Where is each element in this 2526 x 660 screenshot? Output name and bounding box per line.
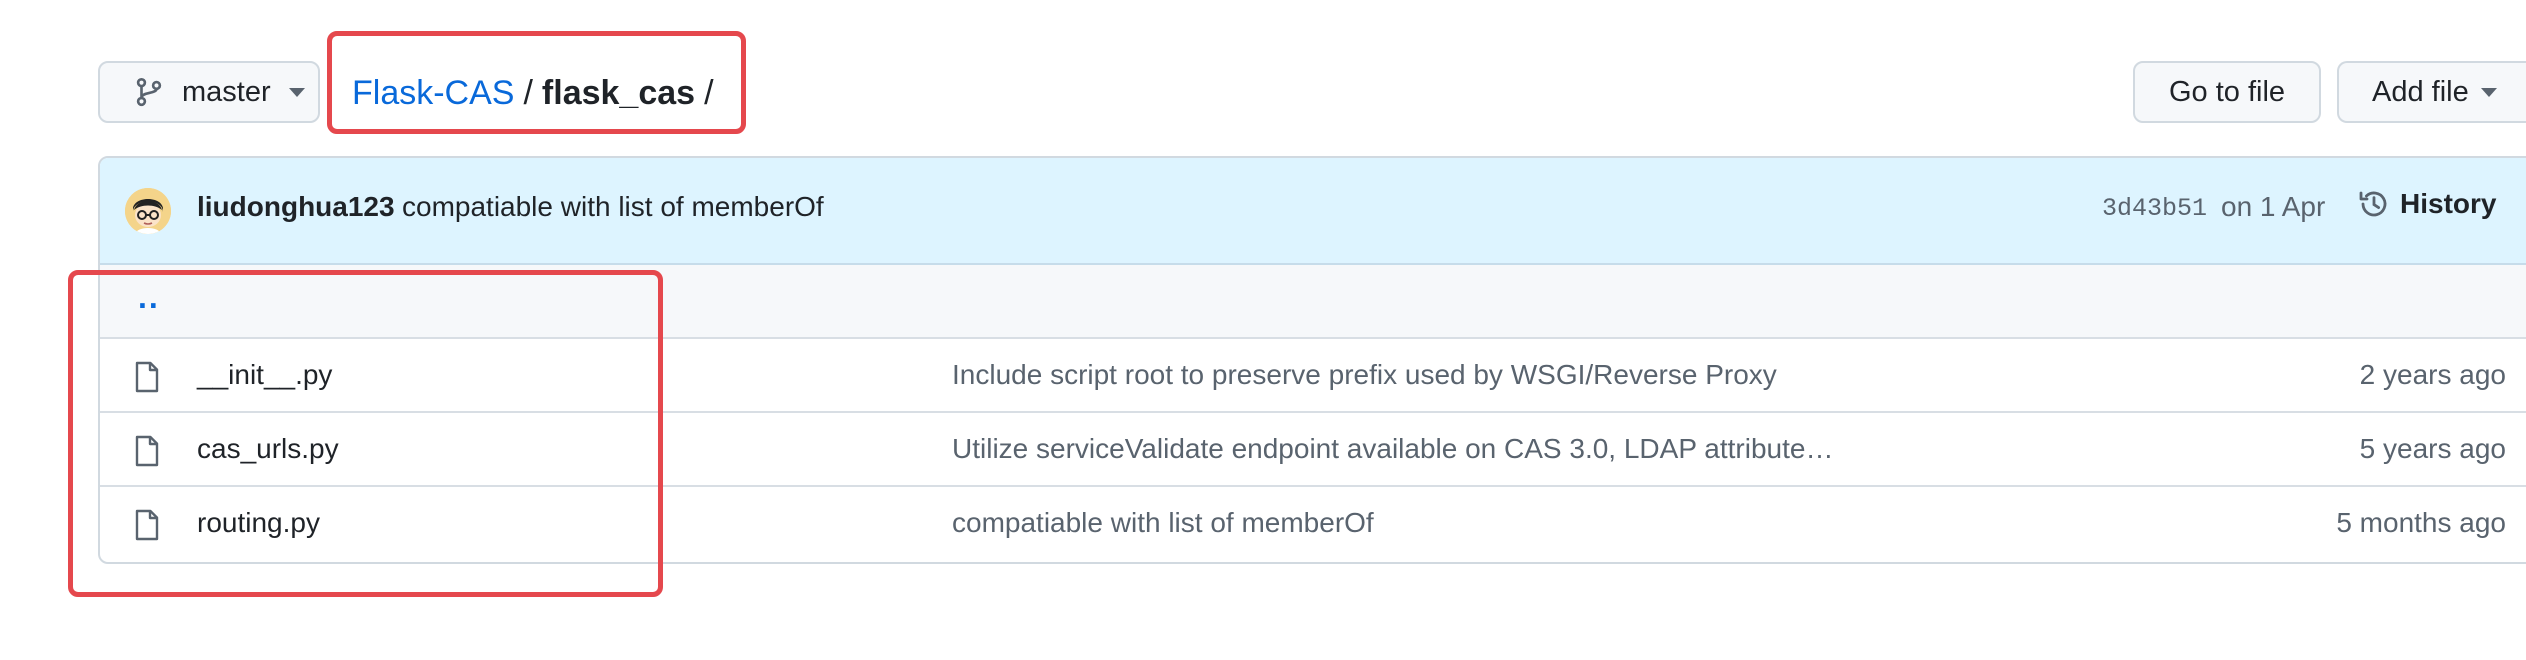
history-link[interactable]: History <box>2358 188 2496 220</box>
table-row[interactable]: cas_urls.py Utilize serviceValidate endp… <box>100 413 2526 487</box>
breadcrumb-repo-link[interactable]: Flask-CAS <box>352 74 514 113</box>
file-commit-message-link[interactable]: compatiable with list of memberOf <box>952 507 1374 539</box>
breadcrumb: Flask-CAS / flask_cas / <box>352 70 723 116</box>
breadcrumb-current-directory: flask_cas <box>541 73 696 112</box>
latest-commit-header: liudonghua123 compatiable with list of m… <box>100 158 2526 265</box>
file-name-link[interactable]: cas_urls.py <box>197 433 339 465</box>
git-branch-icon <box>136 77 162 107</box>
file-table: liudonghua123 compatiable with list of m… <box>98 156 2526 564</box>
add-file-button[interactable]: Add file <box>2337 61 2526 123</box>
breadcrumb-trailing-separator: / <box>704 73 714 112</box>
go-to-file-button[interactable]: Go to file <box>2133 61 2321 123</box>
commit-author-link[interactable]: liudonghua123 <box>197 191 395 223</box>
go-to-file-label: Go to file <box>2168 75 2286 108</box>
branch-selector-button[interactable]: master <box>98 61 320 123</box>
commit-date: on 1 Apr <box>2221 191 2326 222</box>
table-row[interactable]: __init__.py Include script root to prese… <box>100 339 2526 413</box>
file-last-modified: 5 years ago <box>2359 433 2506 464</box>
commit-message-link[interactable]: compatiable with list of memberOf <box>402 191 824 223</box>
chevron-down-icon <box>288 87 305 97</box>
parent-directory-link[interactable]: .. <box>138 279 160 316</box>
file-browser-page: master Flask-CAS / flask_cas / Go to fil… <box>0 0 2526 660</box>
file-commit-message-link[interactable]: Include script root to preserve prefix u… <box>952 359 1777 391</box>
avatar[interactable] <box>125 188 171 234</box>
file-last-modified: 5 months ago <box>2336 507 2506 538</box>
file-last-modified: 2 years ago <box>2359 359 2506 390</box>
history-label: History <box>2400 188 2497 219</box>
commit-sha-link[interactable]: 3d43b51 <box>2102 194 2207 223</box>
file-icon <box>135 509 159 541</box>
chevron-down-icon <box>2480 87 2497 97</box>
branch-name: master <box>182 75 271 108</box>
add-file-label: Add file <box>2372 75 2469 108</box>
file-icon <box>135 435 159 467</box>
table-row[interactable]: routing.py compatiable with list of memb… <box>100 487 2526 561</box>
avatar-image <box>125 188 171 234</box>
parent-directory-row[interactable]: .. <box>100 265 2526 339</box>
file-commit-message-link[interactable]: Utilize serviceValidate endpoint availab… <box>952 433 1833 465</box>
breadcrumb-separator: / <box>523 73 533 112</box>
file-name-link[interactable]: __init__.py <box>197 359 332 391</box>
file-name-link[interactable]: routing.py <box>197 507 320 539</box>
history-icon <box>2359 191 2387 217</box>
file-icon <box>135 361 159 393</box>
